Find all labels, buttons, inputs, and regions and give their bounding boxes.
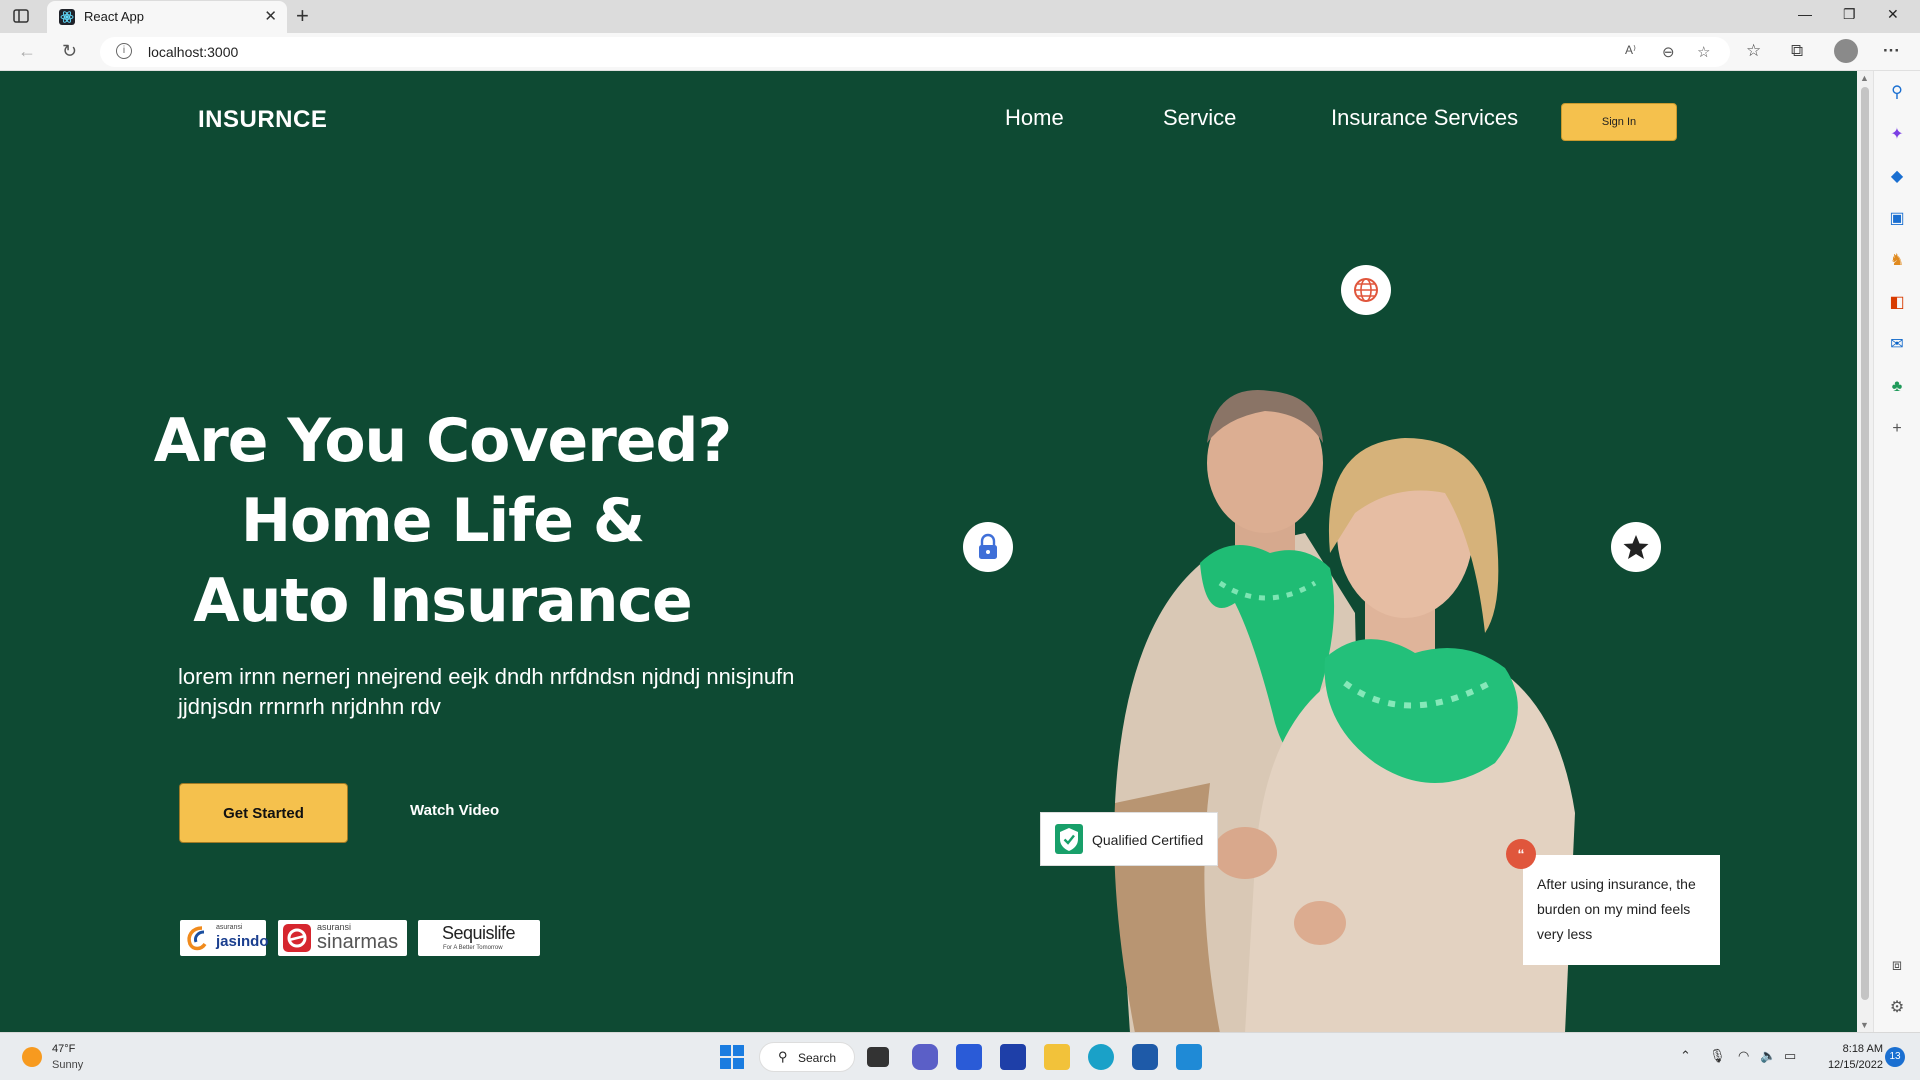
page-scrollbar[interactable]: ▲ ▼	[1857, 71, 1873, 1032]
quick-assist-icon[interactable]	[1132, 1044, 1158, 1070]
hero-title-line-1: Are You Covered?	[153, 406, 732, 476]
wifi-icon[interactable]: ◠	[1738, 1048, 1749, 1064]
more-menu-icon[interactable]: ···	[1883, 41, 1900, 61]
nav-link-insurance-services[interactable]: Insurance Services	[1331, 105, 1518, 131]
certified-label: Qualified Certified	[1092, 832, 1204, 848]
close-window-icon[interactable]: ✕	[1887, 6, 1899, 23]
hero-title-line-2: Home Life &	[240, 486, 645, 556]
hero-title-line-3: Auto Insurance	[193, 566, 692, 636]
outlook-icon[interactable]: ✉	[1887, 335, 1907, 355]
globe-icon	[1354, 278, 1378, 302]
copilot-icon[interactable]: ✦	[1887, 125, 1907, 145]
lock-badge	[963, 522, 1013, 572]
scrollbar-thumb[interactable]	[1861, 87, 1869, 1000]
testimonial-card: After using insurance, the burden on my …	[1523, 855, 1720, 965]
edge-browser-icon[interactable]	[1088, 1044, 1114, 1070]
add-sidebar-app-icon[interactable]: +	[1887, 419, 1907, 439]
clock-date[interactable]: 12/15/2022	[1818, 1059, 1883, 1071]
edge-sidebar: ⚲ ✦ ◆ ▣ ♞ ◧ ✉ ♣ + ⧈ ⚙	[1873, 71, 1920, 1032]
partner-logo-sequislife: Sequislife For A Better Tomorrow	[418, 920, 540, 956]
back-icon[interactable]: ←	[18, 41, 36, 62]
shield-check-icon	[1055, 824, 1083, 854]
partner-logo-sinarmas: asuransi sinarmas	[278, 920, 407, 956]
clock-time[interactable]: 8:18 AM	[1835, 1043, 1883, 1055]
weather-condition[interactable]: Sunny	[52, 1059, 83, 1071]
globe-badge	[1341, 265, 1391, 315]
windows-start-icon[interactable]	[719, 1044, 745, 1070]
tray-overflow-icon[interactable]: ⌃	[1680, 1048, 1691, 1064]
quote-icon: “	[1506, 839, 1536, 869]
collections-icon[interactable]: ⧉	[1791, 41, 1803, 61]
sun-weather-icon[interactable]	[22, 1047, 42, 1067]
close-tab-icon[interactable]: ✕	[264, 7, 277, 25]
tools-icon[interactable]: ▣	[1887, 209, 1907, 229]
hero-description: lorem irnn nernerj nnejrend eejk dndh nr…	[178, 664, 795, 719]
qualified-certified-badge: Qualified Certified	[1040, 812, 1218, 866]
site-logo[interactable]: INSURNCE	[198, 106, 327, 134]
notification-count-badge[interactable]: 13	[1885, 1047, 1905, 1067]
testimonial-text: After using insurance, the burden on my …	[1537, 876, 1696, 942]
microphone-icon[interactable]: 🎙	[1709, 1048, 1726, 1064]
minimize-icon[interactable]: —	[1798, 6, 1812, 22]
watch-video-button[interactable]: Watch Video	[410, 802, 499, 819]
scroll-down-icon[interactable]: ▼	[1860, 1020, 1869, 1030]
search-icon: ⚲	[778, 1049, 788, 1064]
taskbar-search[interactable]: ⚲ Search	[759, 1042, 855, 1072]
sidebar-layout-icon[interactable]: ⧈	[1887, 956, 1907, 976]
shopping-icon[interactable]: ◆	[1887, 167, 1907, 187]
url-bar[interactable]: i localhost:3000 A⁾ ⊖ ☆	[100, 37, 1730, 67]
visual-studio-icon[interactable]	[1000, 1044, 1026, 1070]
page-viewport: INSURNCE Home Service Insurance Services…	[0, 71, 1857, 1032]
site-info-icon[interactable]: i	[116, 43, 132, 59]
get-started-button[interactable]: Get Started	[179, 783, 348, 843]
read-aloud-icon[interactable]: A⁾	[1625, 43, 1636, 57]
weather-temperature[interactable]: 47°F	[52, 1043, 75, 1055]
office-icon[interactable]: ◧	[1887, 293, 1907, 313]
address-toolbar: ← ↻ i localhost:3000 A⁾ ⊖ ☆ ☆ ⧉ ···	[0, 33, 1920, 71]
volume-icon[interactable]: 🔈	[1760, 1048, 1776, 1064]
jasindo-mark-icon	[187, 926, 207, 951]
tree-icon[interactable]: ♣	[1887, 377, 1907, 397]
file-explorer-icon[interactable]	[1044, 1044, 1070, 1070]
restore-icon[interactable]: ❐	[1843, 6, 1856, 23]
search-label: Search	[798, 1051, 837, 1065]
store-icon[interactable]	[956, 1044, 982, 1070]
zoom-icon[interactable]: ⊖	[1662, 43, 1675, 61]
refresh-icon[interactable]: ↻	[62, 41, 77, 62]
sign-in-button[interactable]: Sign In	[1561, 103, 1677, 141]
new-tab-icon[interactable]: +	[296, 3, 309, 29]
settings-gear-icon[interactable]: ⚙	[1887, 998, 1907, 1018]
lock-icon	[979, 533, 997, 559]
battery-icon[interactable]: ▭	[1784, 1048, 1796, 1064]
teams-chat-icon[interactable]	[912, 1044, 938, 1070]
search-icon[interactable]: ⚲	[1887, 83, 1907, 103]
scroll-up-icon[interactable]: ▲	[1860, 73, 1869, 83]
nav-link-service[interactable]: Service	[1163, 105, 1236, 131]
url-text[interactable]: localhost:3000	[148, 44, 238, 60]
windows-taskbar: 47°F Sunny ⚲ Search ⌃ 🎙 ◠ 🔈 ▭ 8:18 AM 12…	[0, 1032, 1920, 1080]
sinarmas-mark-icon	[283, 924, 311, 952]
games-icon[interactable]: ♞	[1887, 251, 1907, 271]
nav-link-home[interactable]: Home	[1005, 105, 1064, 131]
tab-strip: React App ✕ + — ❐ ✕	[0, 0, 1920, 33]
hero-title: Are You Covered? Home Life & Auto Insura…	[150, 401, 735, 641]
profile-avatar[interactable]	[1834, 39, 1858, 63]
task-view-icon[interactable]	[867, 1047, 889, 1067]
partner-logo-jasindo: asuransi jasindo	[180, 920, 269, 956]
tab-actions-icon[interactable]	[12, 7, 30, 25]
browser-tab[interactable]: React App ✕	[47, 1, 287, 33]
favorite-add-icon[interactable]: ☆	[1697, 43, 1710, 61]
react-favicon-icon	[59, 9, 75, 25]
tab-title: React App	[84, 9, 144, 24]
favorites-icon[interactable]: ☆	[1746, 41, 1761, 61]
vscode-icon[interactable]	[1176, 1044, 1202, 1070]
